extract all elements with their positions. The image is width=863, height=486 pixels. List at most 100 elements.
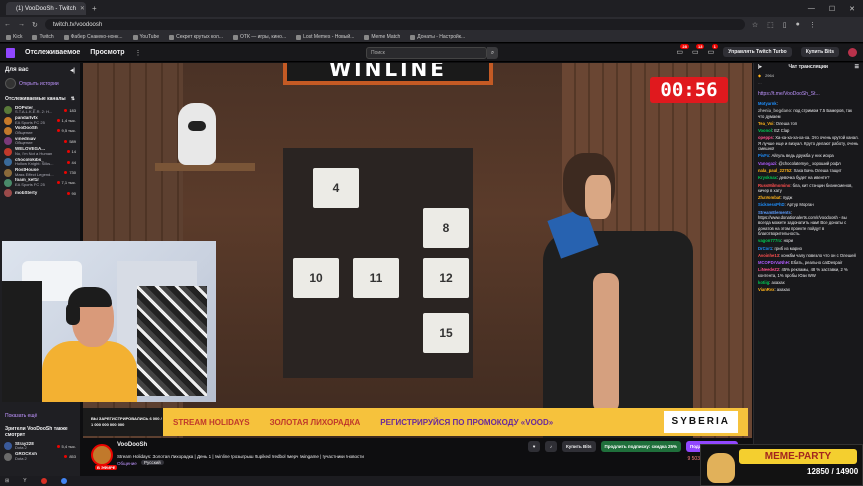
sidebar-channel-followed[interactable]: VooDooSh Общение 9,5 тыс.: [0, 126, 80, 136]
chat-pinned-row: ◆ 2964: [754, 72, 863, 80]
chat-username[interactable]: zhenia_bogdano: [758, 108, 791, 113]
bookmark-star-icon[interactable]: ☆: [752, 21, 758, 29]
forward-icon[interactable]: →: [18, 21, 25, 28]
chat-username[interactable]: VianRvx: [758, 287, 774, 292]
bookmark-item[interactable]: Секрет крутых кол...: [169, 34, 223, 40]
sidebar-channel-followed[interactable]: foam_kef1r EA Sports FC 25 7,1 тыс.: [0, 178, 80, 188]
search-icon[interactable]: ⌕: [487, 47, 498, 59]
bookmark-item[interactable]: Twitch: [32, 34, 54, 40]
close-tab-icon[interactable]: ✕: [80, 5, 85, 12]
sidebar-channel-followed[interactable]: mobSterty 90: [0, 188, 80, 198]
channel-viewers: 9,5 тыс.: [57, 128, 77, 133]
chat-username[interactable]: Voonol: [758, 128, 772, 133]
chat-username[interactable]: StreamElements: [758, 210, 791, 215]
chat-pinned-link[interactable]: https://t.me/VooDooSh_St...: [754, 91, 863, 100]
language-tag[interactable]: Русский: [141, 460, 164, 465]
collapse-chat-icon[interactable]: |▸: [758, 64, 762, 70]
sidebar-channel-followed[interactable]: vinedniav Общение 589: [0, 136, 80, 146]
back-icon[interactable]: ←: [4, 21, 11, 28]
chat-username[interactable]: Tea_Voi: [758, 121, 773, 126]
bookmark-favicon-icon: [32, 34, 38, 40]
browser-tab[interactable]: (1) VooDooSh - Twitch ✕: [6, 2, 86, 15]
url-text: twitch.tv/voodoosh: [52, 21, 103, 28]
chat-username[interactable]: MCOPDrVaNhH: [758, 260, 789, 265]
start-icon[interactable]: ⊞: [5, 478, 9, 484]
sidebar-channel-followed[interactable]: WELOVEGA... No, I'm Not a Human 14: [0, 147, 80, 157]
chat-username[interactable]: RussMilmomino: [758, 183, 790, 188]
maximize-icon[interactable]: ☐: [829, 5, 835, 13]
new-tab-icon[interactable]: +: [92, 4, 97, 13]
chat-username[interactable]: Vanogazi: [758, 161, 776, 166]
sidebar-channel-recommended[interactable]: GROCKsh Dota 2 853: [0, 451, 80, 461]
sidebar-panel-icon[interactable]: ▯: [783, 21, 787, 29]
taskbar-app-icon[interactable]: [40, 478, 47, 484]
chat-username[interactable]: ZhaVombat: [758, 195, 781, 200]
bookmark-item[interactable]: Meme Match: [364, 34, 400, 40]
minimize-icon[interactable]: —: [808, 5, 815, 13]
bookmark-item[interactable]: Kick: [6, 34, 22, 40]
bookmark-item[interactable]: Фабер Снакеко-нонк...: [63, 34, 123, 40]
taskbar-yandex[interactable]: Y: [23, 478, 26, 484]
chat-message: ZhaVombat: пудж: [758, 195, 793, 201]
sidebar-channel-followed[interactable]: RostHouse Mass Effect Legend... 730: [0, 167, 80, 177]
bookmark-item[interactable]: ОТК — игры, кино...: [233, 34, 286, 40]
nav-browse[interactable]: Просмотр: [90, 49, 124, 56]
menu-dots-icon[interactable]: ⋮: [809, 21, 816, 29]
buy-bits-channel-button[interactable]: Купить Bits: [562, 441, 596, 452]
bookmark-item[interactable]: Донаты - Настройк...: [410, 34, 465, 40]
chat-username[interactable]: LiNeedeZ2: [758, 267, 779, 272]
chat-username[interactable]: opepps: [758, 135, 773, 140]
sidebar-channel-followed[interactable]: chocolokibs_ Hollow Knight: Silks... 44: [0, 157, 80, 167]
url-field[interactable]: twitch.tv/voodoosh: [44, 19, 745, 30]
user-avatar[interactable]: [848, 47, 857, 57]
stream-title: Stream Holidays: Золотая Лихорадка | Ден…: [117, 454, 364, 459]
extend-sub-button[interactable]: Продлить подписку: скидка 25%: [600, 441, 681, 452]
channel-viewers: 44: [67, 160, 76, 165]
channel-game: Mass Effect Legend...: [15, 171, 54, 177]
sidebar-channel-followed[interactable]: DOPster_ S.T.A.L.K.E.R. 2: H... 183: [0, 105, 80, 115]
chat-username[interactable]: Avoinhe13: [758, 253, 779, 258]
chat-username[interactable]: nala_paul_22752: [758, 168, 791, 173]
channel-name[interactable]: VooDooSh: [117, 442, 147, 448]
sidebar-channel-recommended[interactable]: Stray228 Dota 2 5,4 тыс.: [0, 441, 80, 451]
channel-avatar: [4, 168, 12, 177]
whispers-icon[interactable]: ▭ 13: [692, 44, 705, 56]
inbox-icon[interactable]: ▭ 1: [708, 44, 718, 56]
sort-icon[interactable]: ⇅: [71, 96, 75, 102]
window-close-icon[interactable]: ✕: [849, 5, 855, 13]
chat-username[interactable]: Krysknax: [758, 175, 777, 180]
extensions-icon[interactable]: ⬚: [767, 21, 774, 29]
sidebar-channel-followed[interactable]: pandarlvfx EA Sports FC 25 1,4 тыс.: [0, 115, 80, 125]
twitch-logo-icon[interactable]: [6, 47, 15, 58]
bookmark-item[interactable]: YouTube: [132, 34, 159, 40]
follow-heart-icon[interactable]: ♥: [528, 441, 541, 452]
chat-text: @chocolatemye_ хороший рофл: [778, 160, 841, 166]
chat-message: LiNeedeZ2: 45% рекламы, 48 % заставки, 2…: [758, 267, 848, 278]
buy-bits-button[interactable]: Купить Bits: [800, 47, 839, 57]
notification-bell-icon[interactable]: ♪: [545, 441, 558, 452]
chat-username[interactable]: PivFx: [758, 153, 769, 158]
reload-icon[interactable]: ↻: [32, 21, 38, 29]
notifications-icon[interactable]: ▭ 28: [676, 44, 689, 56]
show-more-link[interactable]: Показать ещё: [0, 403, 80, 423]
bookmark-item[interactable]: Lost Memes - Новый...: [296, 34, 354, 40]
collapse-sidebar-icon[interactable]: ◂|: [70, 67, 75, 74]
chat-username[interactable]: Motyarnk: [758, 101, 777, 106]
search-input[interactable]: Поиск: [366, 47, 487, 59]
open-stories-button[interactable]: Открыть истории: [0, 76, 80, 91]
stream-category[interactable]: Общение: [117, 461, 137, 466]
channel-avatar[interactable]: [91, 444, 113, 466]
more-menu-icon[interactable]: ⋮: [135, 49, 142, 57]
chrome-icon[interactable]: [60, 478, 67, 484]
chat-username[interactable]: vagon777rx: [758, 238, 781, 243]
chat-username[interactable]: DrCor1: [758, 246, 772, 251]
chat-users-icon[interactable]: ☰: [855, 64, 859, 70]
profile-icon[interactable]: ●: [796, 21, 800, 29]
nav-following[interactable]: Отслеживаемое: [25, 49, 80, 56]
bookmark-favicon-icon: [410, 34, 416, 40]
manage-turbo-button[interactable]: Управлять Twitch Turbo: [723, 47, 792, 57]
chat-message: VianRvx: ахахах: [758, 287, 790, 293]
channel-meta: mobSterty: [15, 191, 67, 196]
chat-username[interactable]: SicknessPhD: [758, 202, 785, 207]
chat-username[interactable]: kotiig: [758, 280, 769, 285]
